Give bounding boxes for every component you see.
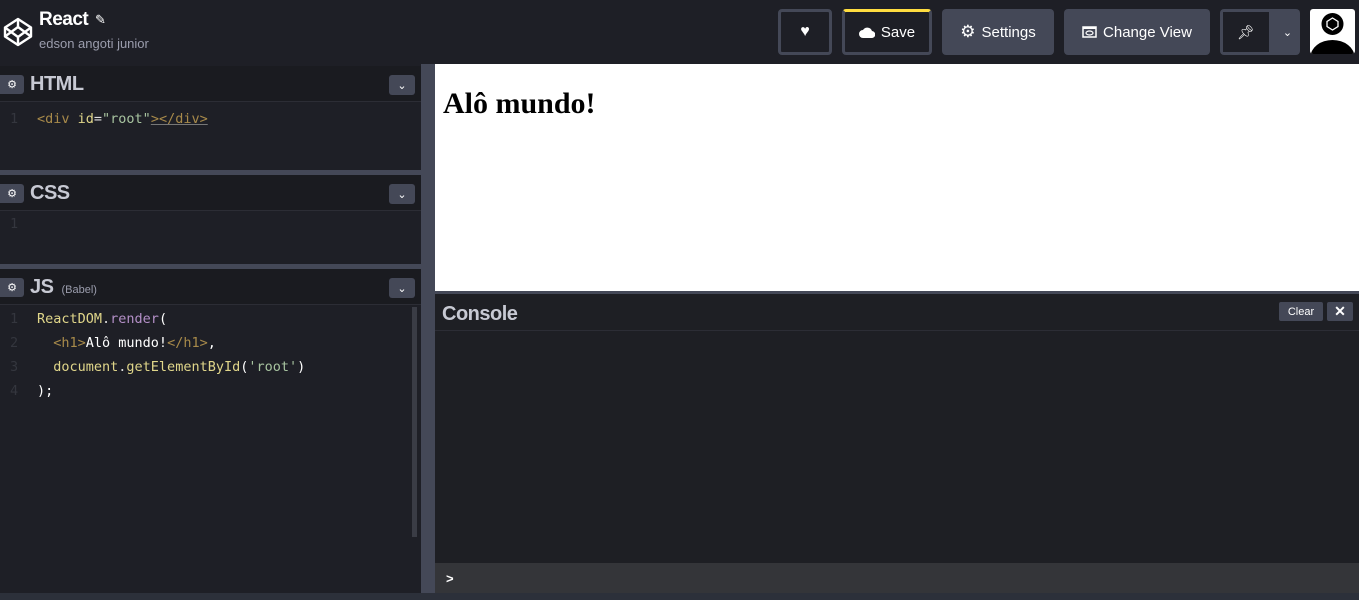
html-collapse-chevron-icon[interactable]: ⌄ — [389, 75, 415, 95]
html-editor-header: ⚙ HTML ⌄ — [0, 66, 421, 102]
code-token: ); — [37, 383, 54, 399]
editor-column: ⚙ HTML ⌄ 1 <div id = "root" ></div> ⚙ CSS ⌄ … — [0, 64, 421, 600]
css-editor-title: CSS — [30, 182, 70, 204]
console-input[interactable]: > — [435, 563, 1359, 593]
author-name[interactable]: edson angoti junior — [39, 36, 149, 51]
code-token: <h1> — [37, 335, 86, 351]
header: React ✎ edson angoti junior ♥ Save ⚙ Sett… — [0, 0, 1359, 64]
code-token: . — [118, 359, 127, 375]
js-code-area[interactable]: 1 ReactDOM. render( 2 <h1> Alô mundo! </h1>,… — [0, 307, 421, 600]
line-number: 1 — [10, 216, 19, 232]
code-token: ( — [158, 311, 168, 327]
code-token: getElementById — [126, 359, 241, 375]
heart-icon: ♥ — [800, 23, 810, 40]
line-number: 3 — [10, 359, 19, 375]
change-view-label: Change View — [1103, 23, 1192, 41]
code-token: <div — [37, 111, 78, 127]
change-view-button[interactable]: Change View — [1064, 9, 1210, 55]
preview-frame: Alô mundo! — [435, 64, 1359, 291]
line-number: 2 — [10, 335, 19, 351]
js-preprocessor: (Babel) — [61, 284, 97, 296]
pencil-icon[interactable]: ✎ — [95, 12, 106, 28]
html-editor-title: HTML — [30, 73, 84, 95]
js-scrollbar[interactable] — [412, 307, 417, 537]
code-token: . — [102, 311, 111, 327]
code-token: "root" — [102, 111, 151, 127]
css-collapse-chevron-icon[interactable]: ⌄ — [389, 184, 415, 204]
pin-icon: 📌︎ — [1237, 23, 1255, 40]
js-title: JS — [30, 276, 54, 298]
love-button[interactable]: ♥ — [778, 9, 832, 55]
js-editor-header: ⚙ JS (Babel) ⌄ — [0, 269, 421, 305]
save-label: Save — [880, 23, 916, 41]
css-code-area[interactable]: 1 — [0, 212, 421, 264]
console-prompt: > — [446, 571, 454, 586]
resize-divider[interactable] — [421, 64, 435, 600]
code-token: id — [77, 111, 94, 127]
js-collapse-chevron-icon[interactable]: ⌄ — [389, 278, 415, 298]
html-code-area[interactable]: 1 <div id = "root" ></div> — [0, 107, 421, 170]
save-button[interactable]: Save — [842, 9, 932, 55]
console-header: Console Clear ✕ — [435, 294, 1359, 331]
js-editor-title: JS (Babel) — [30, 276, 97, 299]
line-number: 1 — [10, 111, 19, 127]
cloud-icon — [858, 27, 875, 38]
code-token: ( — [240, 359, 249, 375]
code-token: render — [110, 311, 159, 327]
code-token: 'root' — [248, 359, 298, 375]
pen-title[interactable]: React — [39, 9, 89, 31]
avatar-icon — [1310, 13, 1355, 54]
code-token: = — [93, 111, 103, 127]
line-number: 1 — [10, 311, 19, 327]
codepen-logo-icon[interactable] — [2, 16, 34, 48]
pin-group: 📌︎ ⌄ — [1220, 9, 1300, 55]
settings-label: Settings — [981, 23, 1036, 41]
footer-bar — [0, 593, 1359, 600]
gear-icon: ⚙ — [960, 22, 976, 41]
settings-button[interactable]: ⚙ Settings — [942, 9, 1054, 55]
preview-heading: Alô mundo! — [443, 87, 596, 120]
console-clear-button[interactable]: Clear — [1279, 302, 1323, 321]
code-token: document — [37, 359, 119, 375]
code-token: , — [207, 335, 216, 351]
css-settings-gear-icon[interactable]: ⚙ — [0, 184, 24, 203]
avatar[interactable] — [1310, 9, 1355, 54]
js-settings-gear-icon[interactable]: ⚙ — [0, 278, 24, 297]
pin-dropdown-chevron-icon[interactable]: ⌄ — [1275, 26, 1300, 39]
console-close-icon[interactable]: ✕ — [1327, 302, 1353, 321]
html-settings-gear-icon[interactable]: ⚙ — [0, 75, 24, 94]
console-title: Console — [442, 303, 518, 325]
line-number: 4 — [10, 383, 19, 399]
code-token: ></div> — [150, 111, 208, 127]
console-panel: Console Clear ✕ > — [435, 291, 1359, 593]
pin-button[interactable]: 📌︎ — [1223, 12, 1270, 52]
code-token: Alô mundo! — [85, 335, 168, 351]
css-editor-header: ⚙ CSS ⌄ — [0, 175, 421, 211]
code-token: ) — [297, 359, 306, 375]
view-icon — [1082, 26, 1097, 38]
code-token: </h1> — [167, 335, 208, 351]
code-token: ReactDOM — [37, 311, 103, 327]
